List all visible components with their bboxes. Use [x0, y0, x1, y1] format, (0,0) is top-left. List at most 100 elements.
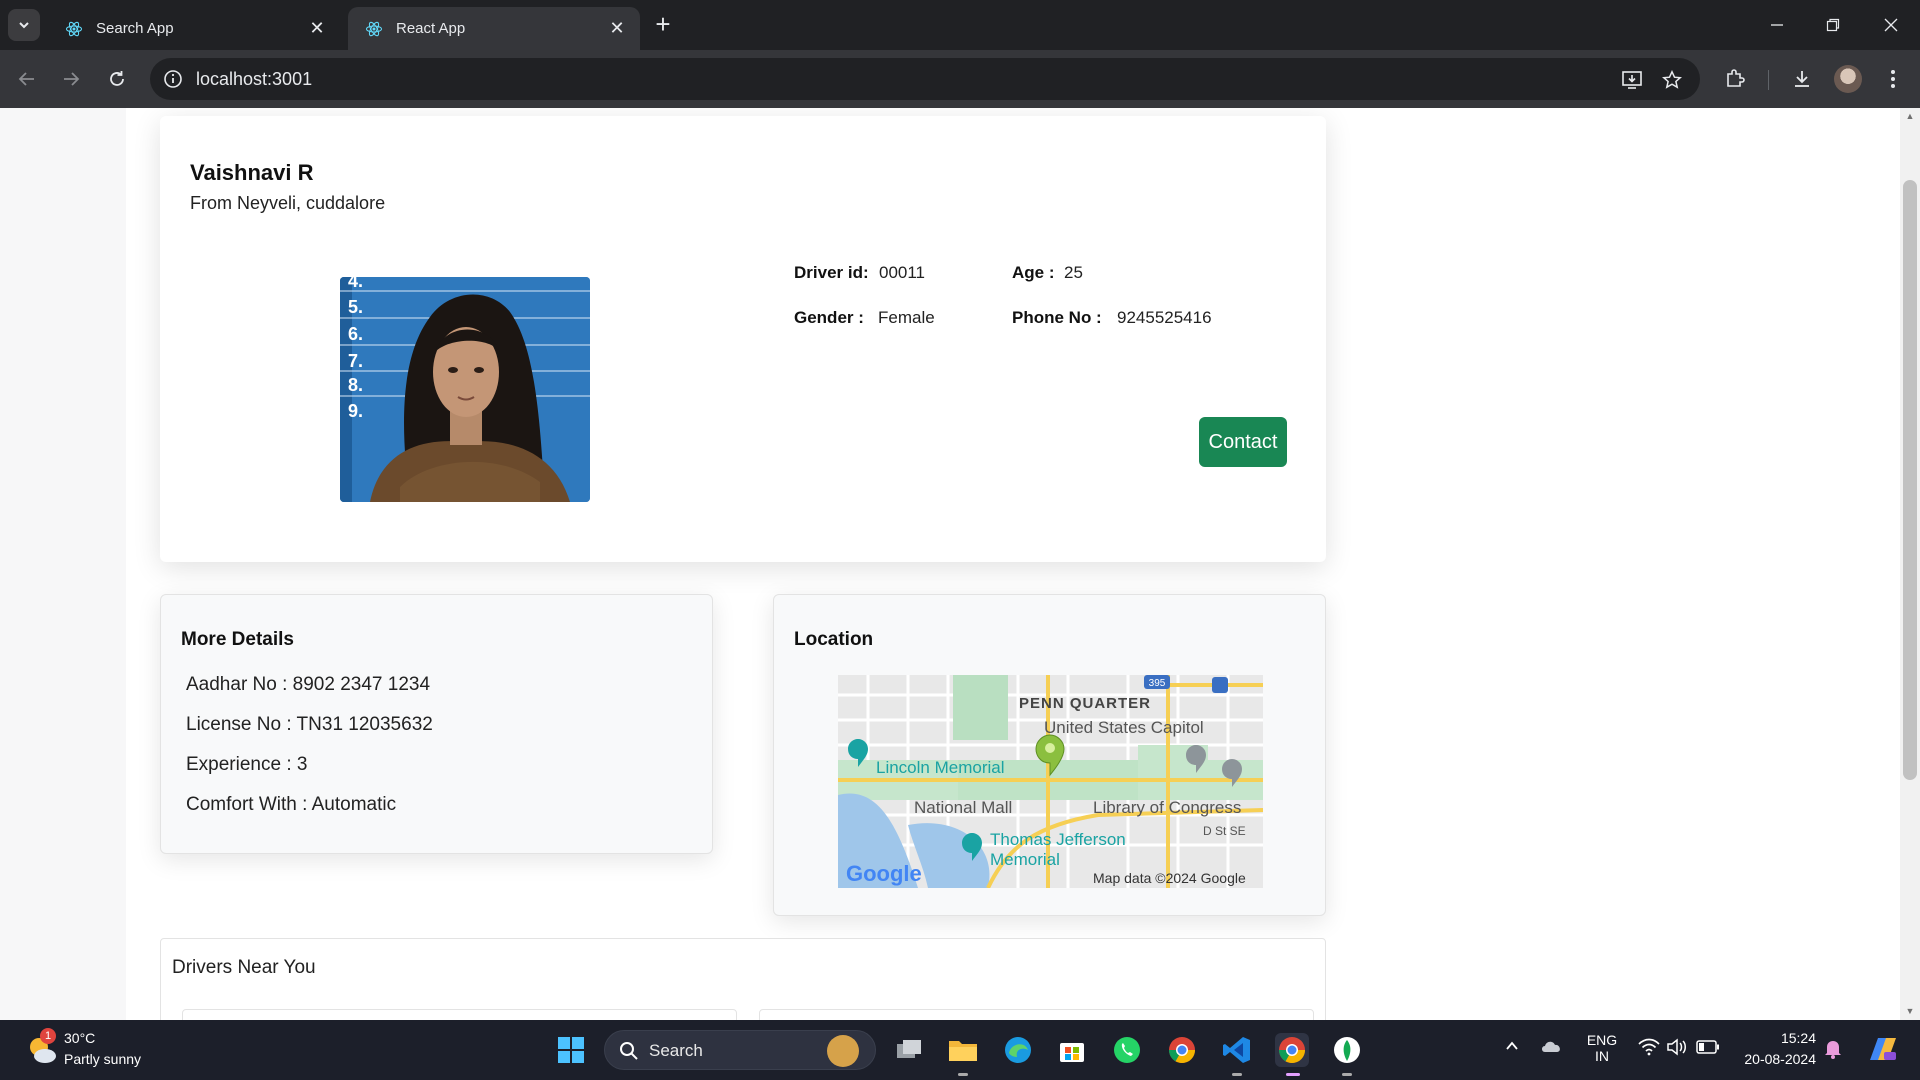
close-tab-icon[interactable]: ✕: [306, 18, 328, 40]
location-card: Location 395 PENN QUARTER United States …: [773, 594, 1326, 916]
driver-profile-card: Vaishnavi R From Neyveli, cuddalore 4. 5.…: [160, 116, 1326, 562]
url-text: localhost:3001: [196, 69, 313, 89]
chevron-down-icon: [19, 22, 29, 29]
tab-strip: Search App ✕ React App ✕ +: [0, 0, 1920, 50]
bookmark-star-icon[interactable]: [1660, 68, 1684, 92]
info-icon[interactable]: [162, 68, 184, 90]
tab-react-app[interactable]: React App ✕: [348, 7, 640, 50]
reload-icon: [110, 71, 124, 86]
search-icon: [620, 1042, 638, 1060]
whatsapp-icon[interactable]: [1110, 1033, 1144, 1067]
contact-button[interactable]: Contact: [1199, 417, 1287, 467]
task-view-icon[interactable]: [892, 1033, 926, 1067]
clock-date[interactable]: 20-08-2024: [1736, 1051, 1816, 1067]
scroll-up-arrow-icon[interactable]: ▲: [1905, 111, 1915, 121]
map-label-library: Library of Congress: [1093, 798, 1241, 817]
install-app-icon[interactable]: [1620, 68, 1644, 92]
clock-time[interactable]: 15:24: [1760, 1030, 1816, 1046]
file-explorer-icon[interactable]: [946, 1033, 980, 1067]
drivers-near-you-title: Drivers Near You: [172, 957, 316, 978]
windows-taskbar: 1 30°C Partly sunny Search ENG IN 15:24 …: [0, 1020, 1920, 1080]
comfort-detail: Comfort With : Automatic: [186, 794, 397, 815]
edge-icon[interactable]: [1001, 1033, 1035, 1067]
input-language[interactable]: ENG IN: [1586, 1032, 1618, 1064]
restore-icon: [1826, 18, 1840, 32]
new-tab-button[interactable]: +: [650, 11, 676, 38]
map-label-lincoln: Lincoln Memorial: [876, 758, 1005, 777]
chrome-menu-button[interactable]: [1878, 64, 1908, 94]
map-label-memorial: Memorial: [990, 850, 1060, 869]
weather-description: Partly sunny: [64, 1051, 142, 1067]
language-code: ENG: [1586, 1032, 1618, 1048]
volume-icon[interactable]: [1666, 1038, 1688, 1059]
forward-button[interactable]: [56, 64, 86, 94]
map-attribution: Map data ©2024 Google: [1093, 870, 1246, 886]
map-label-penn-quarter: PENN QUARTER: [1019, 695, 1151, 712]
downloads-button[interactable]: [1787, 64, 1817, 94]
show-hidden-icons-icon[interactable]: [1504, 1038, 1520, 1057]
scroll-thumb[interactable]: [1903, 180, 1917, 780]
close-window-button[interactable]: [1876, 10, 1906, 40]
nearby-driver-card[interactable]: [182, 1009, 737, 1020]
map-label-capitol: United States Capitol: [1044, 718, 1204, 737]
page-background: [0, 108, 126, 1020]
tab-title: Search App: [96, 20, 174, 37]
phone-label: Phone No :: [1012, 308, 1102, 327]
puzzle-icon: [1727, 69, 1745, 87]
running-indicator: [1232, 1073, 1242, 1076]
svg-text:8.: 8.: [348, 375, 363, 395]
battery-icon[interactable]: [1696, 1040, 1720, 1057]
weather-temperature: 30°C: [64, 1030, 96, 1046]
location-map[interactable]: 395 PENN QUARTER United States Capitol L…: [838, 675, 1263, 888]
chrome-icon[interactable]: [1165, 1033, 1199, 1067]
react-icon: [64, 19, 84, 39]
windows-start-icon[interactable]: [554, 1033, 588, 1067]
active-indicator: [1286, 1073, 1300, 1076]
nearby-driver-card[interactable]: [759, 1009, 1314, 1020]
notification-bell-icon[interactable]: [1824, 1039, 1842, 1062]
more-details-title: More Details: [181, 629, 294, 650]
running-indicator: [1342, 1073, 1352, 1076]
vscode-icon[interactable]: [1220, 1033, 1254, 1067]
store-icon[interactable]: [1055, 1033, 1089, 1067]
onedrive-icon[interactable]: [1540, 1036, 1564, 1059]
reload-button[interactable]: [102, 64, 132, 94]
page-scrollbar[interactable]: ▲ ▼: [1900, 108, 1920, 1020]
restore-button[interactable]: [1818, 10, 1848, 40]
aadhar-detail: Aadhar No : 8902 2347 1234: [186, 674, 431, 695]
chrome-active-icon[interactable]: [1275, 1033, 1309, 1067]
taskbar-search-label: Search: [649, 1041, 703, 1060]
minimize-button[interactable]: [1762, 10, 1792, 40]
address-bar[interactable]: localhost:3001: [150, 58, 1700, 100]
mongodb-compass-icon[interactable]: [1330, 1033, 1364, 1067]
extensions-button[interactable]: [1720, 64, 1750, 94]
drivers-near-you-section: Drivers Near You: [160, 938, 1326, 1020]
page-viewport: Vaishnavi R From Neyveli, cuddalore 4. 5.…: [0, 108, 1900, 1020]
wifi-icon[interactable]: [1638, 1038, 1660, 1059]
minimize-icon: [1771, 24, 1783, 26]
copilot-icon[interactable]: [1866, 1034, 1898, 1067]
back-button[interactable]: [12, 64, 42, 94]
driver-photo: 4. 5. 6. 7. 8. 9.: [340, 277, 590, 502]
tab-title: React App: [396, 20, 466, 37]
map-label-mall: National Mall: [914, 798, 1012, 817]
profile-avatar[interactable]: [1834, 65, 1862, 93]
driver-id-value: 00011: [879, 263, 926, 282]
toolbar-divider: [1768, 70, 1769, 90]
license-detail: License No : TN31 12035632: [186, 714, 433, 735]
region-code: IN: [1595, 1048, 1609, 1064]
taskbar-search[interactable]: Search: [604, 1030, 876, 1070]
scroll-down-arrow-icon[interactable]: ▼: [1905, 1006, 1915, 1016]
phone-value: 9245525416: [1117, 308, 1212, 327]
running-indicator: [958, 1073, 968, 1076]
experience-detail: Experience : 3: [186, 754, 308, 775]
arrow-left-icon: [18, 72, 34, 86]
arrow-right-icon: [64, 72, 80, 86]
driver-id-label: Driver id:: [794, 263, 869, 282]
download-icon: [1795, 71, 1809, 87]
tab-search-app[interactable]: Search App ✕: [48, 7, 340, 50]
map-label-jefferson: Thomas Jefferson: [990, 830, 1126, 849]
tab-search-menu-button[interactable]: [8, 9, 40, 41]
react-icon: [364, 19, 384, 39]
close-tab-icon[interactable]: ✕: [606, 18, 628, 40]
